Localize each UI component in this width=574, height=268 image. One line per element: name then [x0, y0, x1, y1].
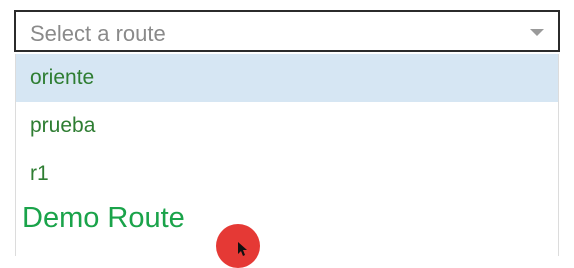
route-option[interactable]: r1	[16, 150, 558, 198]
route-select-placeholder: Select a route	[30, 21, 166, 46]
route-select[interactable]: Select a route	[14, 10, 560, 52]
mouse-cursor-icon	[238, 242, 247, 256]
chevron-down-icon[interactable]	[530, 29, 544, 36]
demo-route-label[interactable]: Demo Route	[22, 204, 185, 233]
route-option[interactable]: prueba	[16, 102, 558, 150]
route-option[interactable]: oriente	[16, 54, 558, 102]
